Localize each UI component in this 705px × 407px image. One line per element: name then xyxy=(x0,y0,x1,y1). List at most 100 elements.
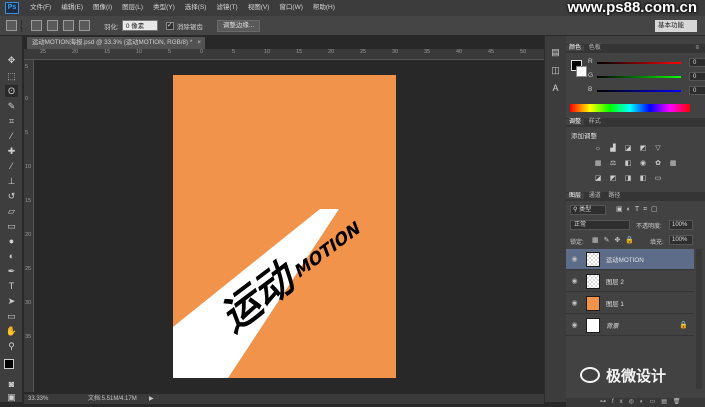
gradient-map-icon[interactable]: ▭ xyxy=(654,175,662,182)
photo-filter-icon[interactable]: ◉ xyxy=(639,160,647,167)
history-brush-tool-icon[interactable]: ↺ xyxy=(5,190,18,202)
menu-view[interactable]: 视图(V) xyxy=(243,0,275,16)
gradient-tool-icon[interactable]: ▭ xyxy=(5,220,18,232)
refine-edge-button[interactable]: 调整边缘... xyxy=(216,19,261,32)
zoom-level[interactable]: 33.33% xyxy=(28,394,48,404)
color-balance-icon[interactable]: ⚖ xyxy=(609,160,617,167)
antialias-checkbox[interactable]: ✓ xyxy=(165,21,174,30)
tab-paths[interactable]: 路径 xyxy=(605,193,623,199)
dodge-tool-icon[interactable]: ◐ xyxy=(5,250,18,262)
tab-layers[interactable]: 图层 xyxy=(566,193,585,199)
color-lookup-icon[interactable]: ▦ xyxy=(669,160,677,167)
tab-color[interactable]: 颜色 xyxy=(566,45,585,51)
menu-type[interactable]: 类型(Y) xyxy=(148,0,180,16)
menu-select[interactable]: 选择(S) xyxy=(180,0,212,16)
layer-row[interactable]: ◉ 图层 1 xyxy=(566,293,694,314)
red-slider[interactable] xyxy=(597,62,681,64)
layer-filter-select[interactable]: ⚲ 类型 xyxy=(570,205,606,215)
vibrance-icon[interactable]: ▽ xyxy=(654,145,662,152)
menu-help[interactable]: 帮助(H) xyxy=(308,0,340,16)
color-spectrum-bar[interactable] xyxy=(570,104,690,112)
pen-tool-icon[interactable]: ✒ xyxy=(5,265,18,277)
green-value-input[interactable]: 0 xyxy=(689,72,705,81)
marquee-tool-icon[interactable]: ⬚ xyxy=(5,70,18,82)
workspace-select[interactable]: 基本功能 xyxy=(655,20,697,32)
hue-saturation-icon[interactable]: ▦ xyxy=(594,160,602,167)
quick-mask-icon[interactable]: ◙ xyxy=(5,378,18,390)
new-selection-icon[interactable] xyxy=(31,20,42,31)
menu-filter[interactable]: 滤镜(T) xyxy=(211,0,242,16)
zoom-tool-icon[interactable]: ⚲ xyxy=(5,340,18,352)
blend-mode-select[interactable]: 正常 xyxy=(570,220,630,230)
lock-icons[interactable]: ▦✎✥🔒 xyxy=(592,236,639,244)
red-value-input[interactable]: 0 xyxy=(689,58,705,67)
channel-mixer-icon[interactable]: ✿ xyxy=(654,160,662,167)
shape-tool-icon[interactable]: ▭ xyxy=(5,310,18,322)
black-white-icon[interactable]: ◧ xyxy=(624,160,632,167)
canvas-area[interactable]: 运动 MOTION xyxy=(35,61,544,392)
menu-image[interactable]: 图像(I) xyxy=(88,0,117,16)
crop-tool-icon[interactable]: ⌗ xyxy=(5,115,18,127)
hand-tool-icon[interactable]: ✋ xyxy=(5,325,18,337)
close-icon[interactable]: × xyxy=(197,37,201,49)
intersect-selection-icon[interactable] xyxy=(79,20,90,31)
opacity-input[interactable]: 100% xyxy=(669,220,693,230)
menu-layer[interactable]: 图层(L) xyxy=(117,0,148,16)
feather-input[interactable]: 0 像素 xyxy=(121,20,158,31)
eraser-tool-icon[interactable]: ▱ xyxy=(5,205,18,217)
levels-icon[interactable]: ▟ xyxy=(609,145,617,152)
layer-footer-icons[interactable]: ⊶fx◎◐▭▤🗑 xyxy=(600,398,686,407)
foreground-color-swatch[interactable] xyxy=(4,359,14,369)
green-slider[interactable] xyxy=(597,76,681,78)
eye-icon[interactable]: ◉ xyxy=(570,321,579,330)
document-tab[interactable]: 运动MOTION海报.psd @ 33.3% (运动MOTION, RGB/8)… xyxy=(27,37,205,49)
properties-panel-icon[interactable]: ◫ xyxy=(549,64,562,76)
brush-tool-icon[interactable]: ⁄ xyxy=(5,160,18,172)
threshold-icon[interactable]: ◨ xyxy=(624,175,632,182)
eyedropper-tool-icon[interactable]: ⁄ xyxy=(5,130,18,142)
curves-icon[interactable]: ◪ xyxy=(624,145,632,152)
posterize-icon[interactable]: ◩ xyxy=(609,175,617,182)
menu-window[interactable]: 窗口(W) xyxy=(274,0,307,16)
tab-channels[interactable]: 通道 xyxy=(586,193,604,199)
layer-row[interactable]: ◉ 背景 🔒 xyxy=(566,315,694,336)
poster-canvas[interactable]: 运动 MOTION xyxy=(173,75,396,378)
add-selection-icon[interactable] xyxy=(47,20,58,31)
bg-color-chip[interactable] xyxy=(576,66,587,77)
brightness-icon[interactable]: ☼ xyxy=(594,145,602,152)
lasso-preset-icon[interactable] xyxy=(6,20,17,31)
path-select-tool-icon[interactable]: ➤ xyxy=(5,295,18,307)
stamp-tool-icon[interactable]: ⊥ xyxy=(5,175,18,187)
menu-edit[interactable]: 编辑(E) xyxy=(56,0,88,16)
eye-icon[interactable]: ◉ xyxy=(570,277,579,286)
layer-filter-value: 类型 xyxy=(579,207,592,213)
healing-tool-icon[interactable]: ✚ xyxy=(5,145,18,157)
exposure-icon[interactable]: ◩ xyxy=(639,145,647,152)
fill-input[interactable]: 100% xyxy=(669,235,693,245)
blur-tool-icon[interactable]: ● xyxy=(5,235,18,247)
subtract-selection-icon[interactable] xyxy=(63,20,74,31)
quick-select-tool-icon[interactable]: ✎ xyxy=(5,100,18,112)
tab-adjustments[interactable]: 调整 xyxy=(566,119,585,125)
selective-color-icon[interactable]: ◧ xyxy=(639,175,647,182)
layer-row[interactable]: ◉ 图层 2 xyxy=(566,271,694,292)
tab-styles[interactable]: 样式 xyxy=(586,119,604,125)
eye-icon[interactable]: ◉ xyxy=(570,299,579,308)
layers-panel-scrollbar[interactable] xyxy=(696,249,702,389)
menu-file[interactable]: 文件(F) xyxy=(25,0,56,16)
status-arrow-icon[interactable]: ▶ xyxy=(149,394,154,404)
screen-mode-icon[interactable]: ▣ xyxy=(5,391,18,403)
blue-slider[interactable] xyxy=(597,90,681,92)
invert-icon[interactable]: ◪ xyxy=(594,175,602,182)
tab-swatches[interactable]: 色板 xyxy=(586,45,604,51)
eye-icon[interactable]: ◉ xyxy=(570,255,579,264)
lasso-tool-icon[interactable]: ʘ xyxy=(5,85,18,97)
blue-value-input[interactable]: 0 xyxy=(689,86,705,95)
type-tool-icon[interactable]: T xyxy=(5,280,18,292)
move-tool-icon[interactable]: ✥ xyxy=(5,54,18,66)
history-panel-icon[interactable]: ▤ xyxy=(549,46,562,58)
filter-toggle-icons[interactable]: ▣◐T⌗▢ xyxy=(616,205,662,214)
panel-menu-icon[interactable]: ≡ xyxy=(692,44,702,53)
character-panel-icon[interactable]: A xyxy=(549,82,562,94)
layer-row[interactable]: ◉ 运动MOTION xyxy=(566,249,694,270)
